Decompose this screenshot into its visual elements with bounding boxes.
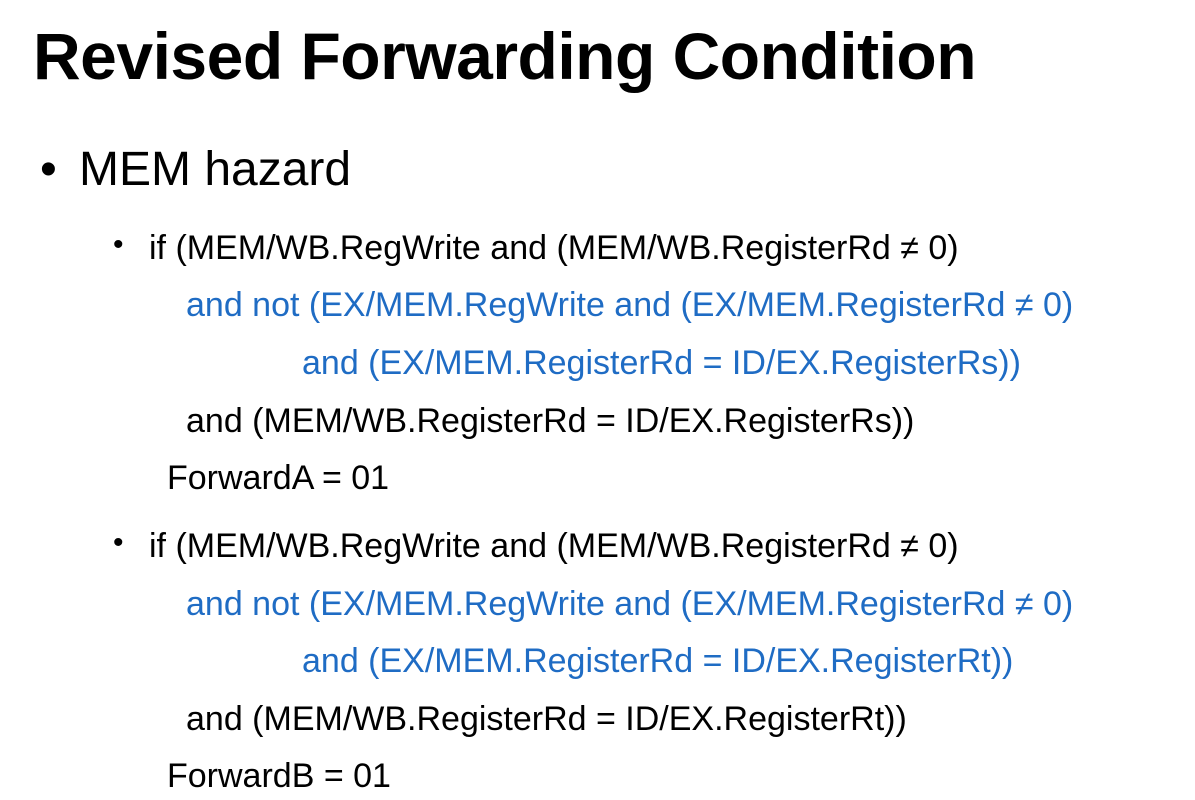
condition-result: ForwardB = 01	[167, 757, 391, 795]
condition-line-if: if (MEM/WB.RegWrite and (MEM/WB.Register…	[149, 229, 959, 267]
slide-title: Revised Forwarding Condition	[33, 19, 977, 93]
condition-line-and-exmem: and (EX/MEM.RegisterRd = ID/EX.RegisterR…	[302, 344, 1021, 382]
section-label: MEM hazard	[79, 143, 352, 196]
condition-line-and-not: and not (EX/MEM.RegWrite and (EX/MEM.Reg…	[186, 286, 1074, 324]
condition-result: ForwardA = 01	[167, 459, 390, 497]
condition-line-if: if (MEM/WB.RegWrite and (MEM/WB.Register…	[149, 527, 959, 565]
condition-line-and-memwb: and (MEM/WB.RegisterRd = ID/EX.RegisterR…	[186, 700, 907, 738]
condition-line-and-memwb: and (MEM/WB.RegisterRd = ID/EX.RegisterR…	[186, 402, 915, 440]
slide: Revised Forwarding Condition • MEM hazar…	[0, 0, 1195, 800]
condition-line-and-not: and not (EX/MEM.RegWrite and (EX/MEM.Reg…	[186, 585, 1074, 623]
bullet-icon: •	[40, 143, 57, 196]
bullet-icon: •	[113, 526, 124, 559]
condition-line-and-exmem: and (EX/MEM.RegisterRd = ID/EX.RegisterR…	[302, 642, 1014, 680]
bullet-icon: •	[113, 228, 124, 261]
